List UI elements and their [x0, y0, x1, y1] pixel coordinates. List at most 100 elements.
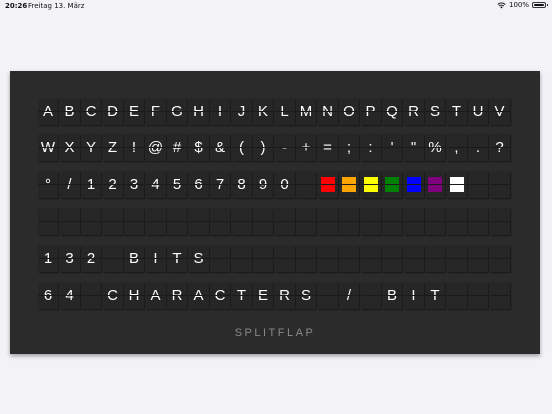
flap-tile[interactable] — [489, 245, 510, 272]
flap-tile[interactable]: A — [188, 282, 209, 309]
flap-tile[interactable] — [446, 282, 467, 309]
flap-tile[interactable]: C — [210, 282, 230, 309]
flap-tile[interactable] — [403, 245, 424, 272]
flap-tile[interactable]: T — [446, 98, 467, 125]
flap-tile[interactable]: T — [167, 245, 187, 272]
flap-tile[interactable]: S — [188, 245, 209, 272]
flap-tile[interactable] — [339, 171, 359, 198]
flap-tile[interactable]: 3 — [59, 245, 80, 272]
flap-tile[interactable]: / — [59, 171, 80, 198]
splitflap-board[interactable]: A B C D E F G H I J K L M N O P Q R S T U V W X Y Z! @ # $ &() - + =;: ' "… — [10, 71, 540, 354]
flap-tile[interactable]: = — [317, 134, 338, 161]
flap-tile[interactable]: Y — [81, 134, 101, 161]
flap-tile[interactable]: % — [425, 134, 445, 161]
flap-tile[interactable]: 1 — [38, 245, 58, 272]
flap-tile[interactable]: 6 — [188, 171, 209, 198]
flap-tile[interactable] — [382, 245, 402, 272]
flap-tile[interactable]: N — [317, 98, 338, 125]
flap-tile[interactable]: $ — [188, 134, 209, 161]
flap-tile[interactable]: B — [59, 98, 80, 125]
flap-tile[interactable] — [124, 208, 144, 235]
flap-tile[interactable] — [81, 208, 101, 235]
flap-tile[interactable]: : — [360, 134, 381, 161]
flap-tile[interactable] — [382, 208, 402, 235]
flap-tile[interactable]: A — [38, 98, 58, 125]
flap-tile[interactable]: 0 — [274, 171, 295, 198]
flap-tile[interactable] — [296, 171, 316, 198]
flap-tile[interactable]: 5 — [167, 171, 187, 198]
flap-tile[interactable]: ! — [124, 134, 144, 161]
flap-tile[interactable] — [446, 171, 467, 198]
flap-tile[interactable] — [102, 245, 123, 272]
flap-tile[interactable]: A — [145, 282, 166, 309]
flap-tile[interactable]: 2 — [81, 245, 101, 272]
flap-tile[interactable] — [489, 208, 510, 235]
flap-tile[interactable]: / — [339, 282, 359, 309]
flap-tile[interactable] — [231, 208, 252, 235]
flap-tile[interactable]: I — [403, 282, 424, 309]
flap-tile[interactable] — [425, 245, 445, 272]
flap-tile[interactable] — [339, 208, 359, 235]
flap-tile[interactable]: 7 — [210, 171, 230, 198]
flap-tile[interactable] — [468, 171, 488, 198]
flap-tile[interactable]: 6 — [38, 282, 58, 309]
flap-tile[interactable]: 8 — [231, 171, 252, 198]
flap-tile[interactable] — [102, 208, 123, 235]
flap-tile[interactable]: H — [124, 282, 144, 309]
flap-tile[interactable] — [360, 282, 381, 309]
flap-tile[interactable] — [489, 282, 510, 309]
flap-tile[interactable]: G — [167, 98, 187, 125]
flap-tile[interactable]: R — [403, 98, 424, 125]
flap-tile[interactable]: W — [38, 134, 58, 161]
flap-tile[interactable]: ? — [489, 134, 510, 161]
flap-tile[interactable] — [339, 245, 359, 272]
flap-tile[interactable] — [425, 208, 445, 235]
flap-tile[interactable]: , — [446, 134, 467, 161]
flap-tile[interactable] — [403, 171, 424, 198]
flap-tile[interactable]: S — [296, 282, 316, 309]
flap-tile[interactable]: ; — [339, 134, 359, 161]
flap-tile[interactable]: O — [339, 98, 359, 125]
flap-tile[interactable]: L — [274, 98, 295, 125]
flap-tile[interactable] — [81, 282, 101, 309]
flap-tile[interactable]: ° — [38, 171, 58, 198]
flap-tile[interactable]: E — [124, 98, 144, 125]
flap-tile[interactable] — [145, 208, 166, 235]
flap-tile[interactable]: R — [274, 282, 295, 309]
flap-tile[interactable] — [489, 171, 510, 198]
flap-tile[interactable]: U — [468, 98, 488, 125]
flap-tile[interactable] — [446, 208, 467, 235]
flap-tile[interactable] — [296, 208, 316, 235]
flap-tile[interactable] — [360, 171, 381, 198]
flap-tile[interactable] — [360, 245, 381, 272]
flap-tile[interactable]: Q — [382, 98, 402, 125]
flap-tile[interactable]: P — [360, 98, 381, 125]
flap-tile[interactable] — [425, 171, 445, 198]
flap-tile[interactable] — [231, 245, 252, 272]
flap-tile[interactable]: K — [253, 98, 273, 125]
flap-tile[interactable]: @ — [145, 134, 166, 161]
flap-tile[interactable]: ) — [253, 134, 273, 161]
flap-tile[interactable] — [403, 208, 424, 235]
flap-tile[interactable] — [274, 208, 295, 235]
flap-tile[interactable] — [59, 208, 80, 235]
flap-tile[interactable]: I — [145, 245, 166, 272]
flap-tile[interactable] — [210, 245, 230, 272]
flap-tile[interactable] — [317, 245, 338, 272]
flap-tile[interactable]: T — [425, 282, 445, 309]
flap-tile[interactable]: " — [403, 134, 424, 161]
flap-tile[interactable] — [296, 245, 316, 272]
flap-tile[interactable]: S — [425, 98, 445, 125]
flap-tile[interactable]: M — [296, 98, 316, 125]
flap-tile[interactable] — [274, 245, 295, 272]
flap-tile[interactable]: Z — [102, 134, 123, 161]
flap-tile[interactable] — [468, 208, 488, 235]
flap-tile[interactable]: X — [59, 134, 80, 161]
flap-tile[interactable]: I — [210, 98, 230, 125]
flap-tile[interactable]: & — [210, 134, 230, 161]
flap-tile[interactable] — [38, 208, 58, 235]
flap-tile[interactable] — [317, 171, 338, 198]
flap-tile[interactable] — [188, 208, 209, 235]
flap-tile[interactable] — [382, 171, 402, 198]
flap-tile[interactable]: 4 — [59, 282, 80, 309]
